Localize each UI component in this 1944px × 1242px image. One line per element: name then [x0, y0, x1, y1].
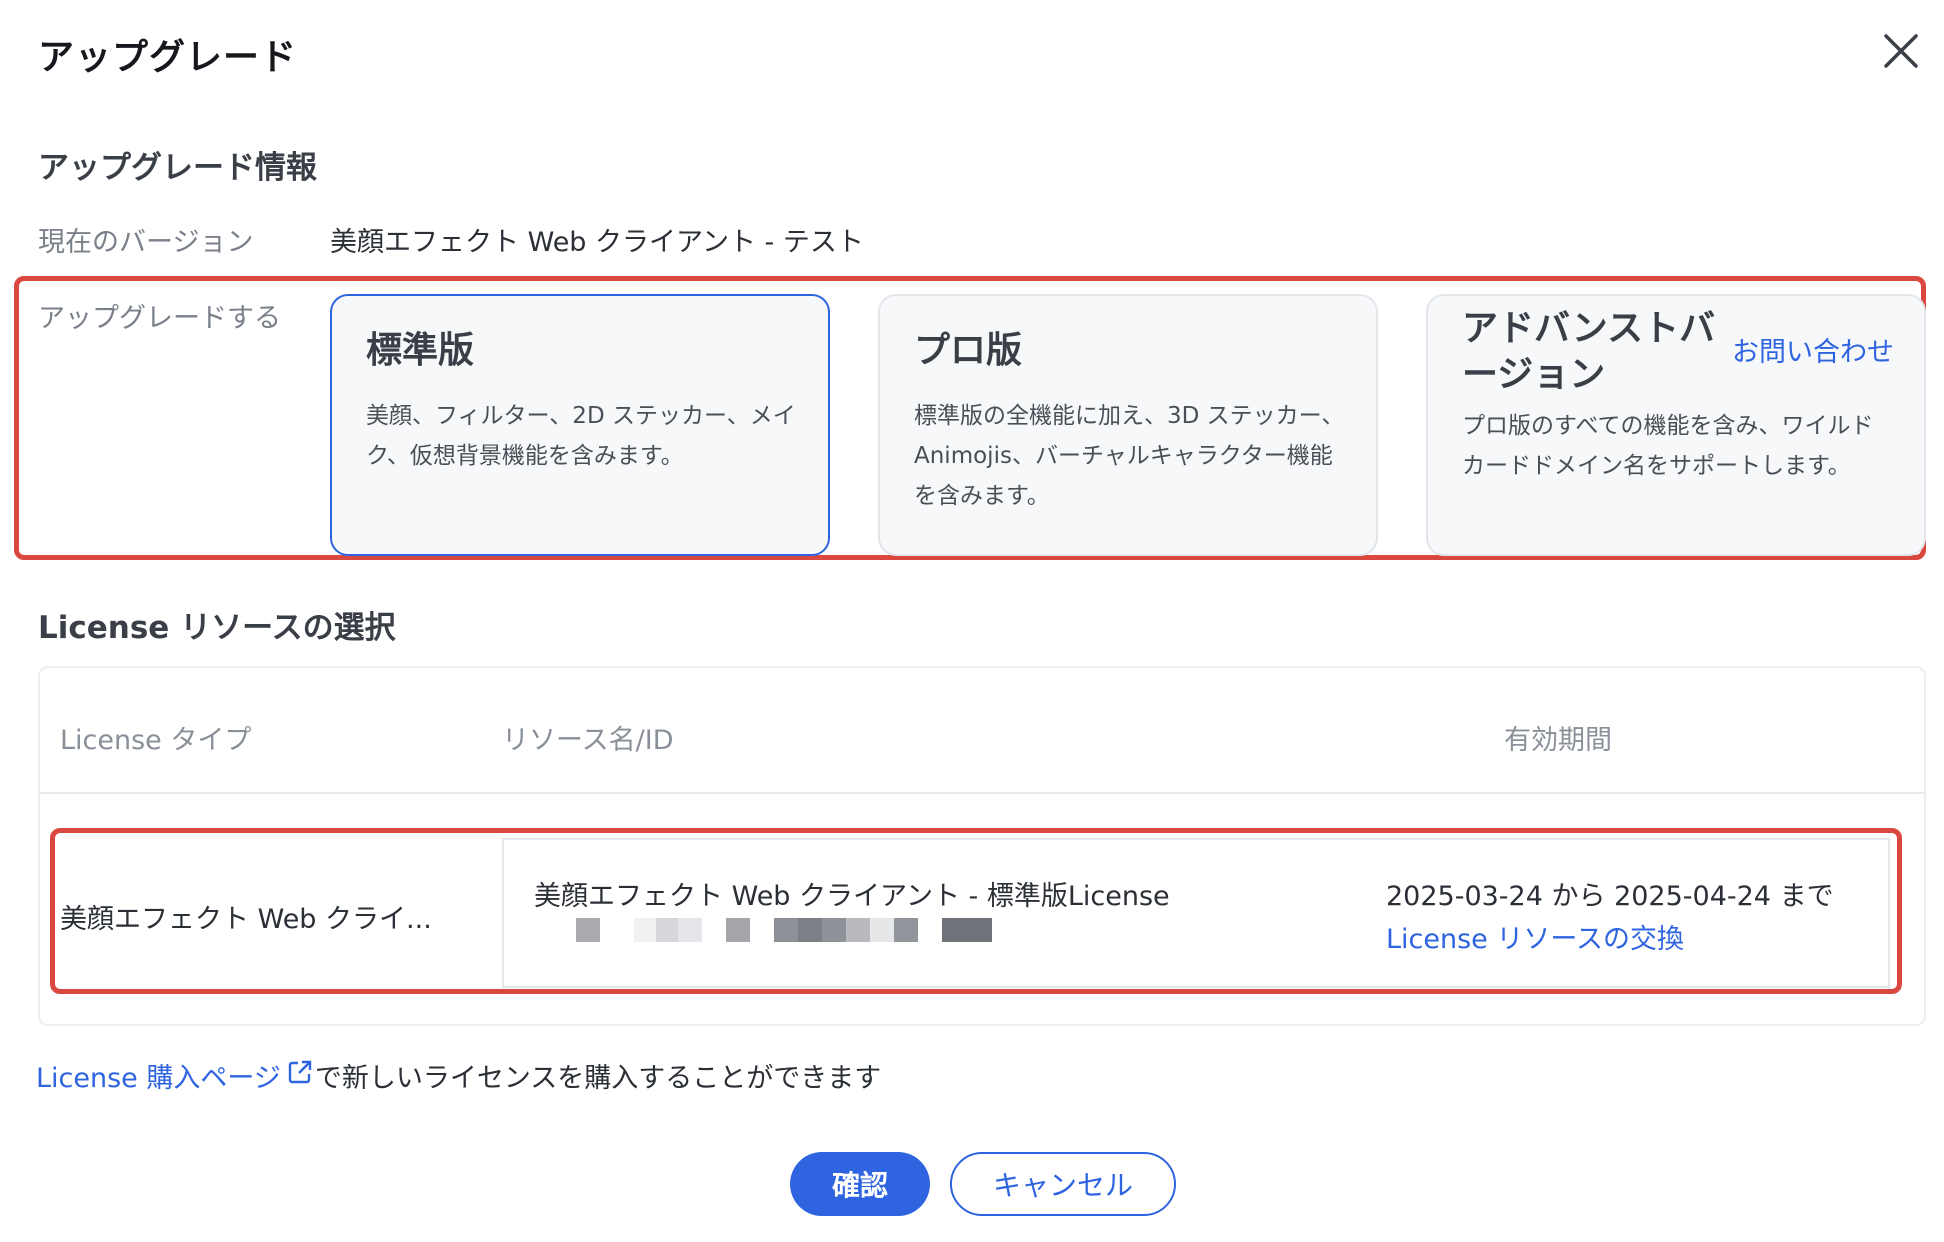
- validity-period: 2025-03-24 から 2025-04-24 まで: [1386, 881, 1834, 912]
- license-type-cell: 美顔エフェクト Web クライ...: [60, 904, 432, 935]
- cancel-button[interactable]: キャンセル: [950, 1152, 1176, 1216]
- purchase-page-link[interactable]: License 購入ページ: [36, 1056, 315, 1095]
- plan-card-pro[interactable]: プロ版 標準版の全機能に加え、3D ステッカー、Animojis、バーチャルキャ…: [878, 294, 1378, 556]
- swap-license-link[interactable]: License リソースの交換: [1386, 917, 1684, 956]
- plan-title: 標準版: [366, 330, 475, 371]
- resource-id-redacted: [576, 918, 992, 942]
- plan-title: アドバンストバージョン: [1462, 308, 1716, 395]
- upgrade-info-heading: アップグレード情報: [38, 150, 317, 186]
- column-header-type: License タイプ: [60, 725, 252, 756]
- contact-us-link[interactable]: お問い合わせ: [1732, 330, 1894, 369]
- plan-title: プロ版: [914, 330, 1023, 371]
- plan-description: プロ版のすべての機能を含み、ワイルドカードドメイン名をサポートします。: [1462, 413, 1874, 479]
- current-version-label: 現在のバージョン: [38, 227, 254, 258]
- plan-card-standard[interactable]: 標準版 美顔、フィルター、2D ステッカー、メイク、仮想背景機能を含みます。: [330, 294, 830, 556]
- column-header-resource: リソース名/ID: [502, 725, 674, 756]
- license-table: License タイプ リソース名/ID 有効期間 美顔エフェクト Web クラ…: [38, 666, 1926, 1026]
- purchase-note: License 購入ページ で新しいライセンスを購入することができます: [36, 1056, 881, 1095]
- purchase-note-text: で新しいライセンスを購入することができます: [314, 1063, 882, 1094]
- column-header-validity: 有効期間: [1504, 725, 1612, 756]
- table-header-divider: [40, 792, 1924, 794]
- plan-description: 美顔、フィルター、2D ステッカー、メイク、仮想背景機能を含みます。: [366, 403, 796, 469]
- upgrade-to-label: アップグレードする: [38, 303, 281, 334]
- license-selection-heading: License リソースの選択: [38, 610, 396, 646]
- plan-description: 標準版の全機能に加え、3D ステッカー、Animojis、バーチャルキャラクター…: [914, 403, 1345, 509]
- current-version-value: 美顔エフェクト Web クライアント - テスト: [330, 227, 864, 258]
- external-link-icon: [287, 1059, 313, 1092]
- resource-cell: [502, 838, 1890, 988]
- upgrade-dialog: アップグレード アップグレード情報 現在のバージョン 美顔エフェクト Web ク…: [0, 0, 1944, 1242]
- purchase-link-text: License 購入ページ: [36, 1063, 281, 1094]
- close-icon[interactable]: [1876, 26, 1926, 76]
- plan-card-advanced[interactable]: アドバンストバージョン お問い合わせ プロ版のすべての機能を含み、ワイルドカード…: [1426, 294, 1926, 556]
- confirm-button[interactable]: 確認: [790, 1152, 930, 1216]
- resource-name: 美顔エフェクト Web クライアント - 標準版License: [534, 881, 1170, 912]
- dialog-title: アップグレード: [38, 37, 298, 78]
